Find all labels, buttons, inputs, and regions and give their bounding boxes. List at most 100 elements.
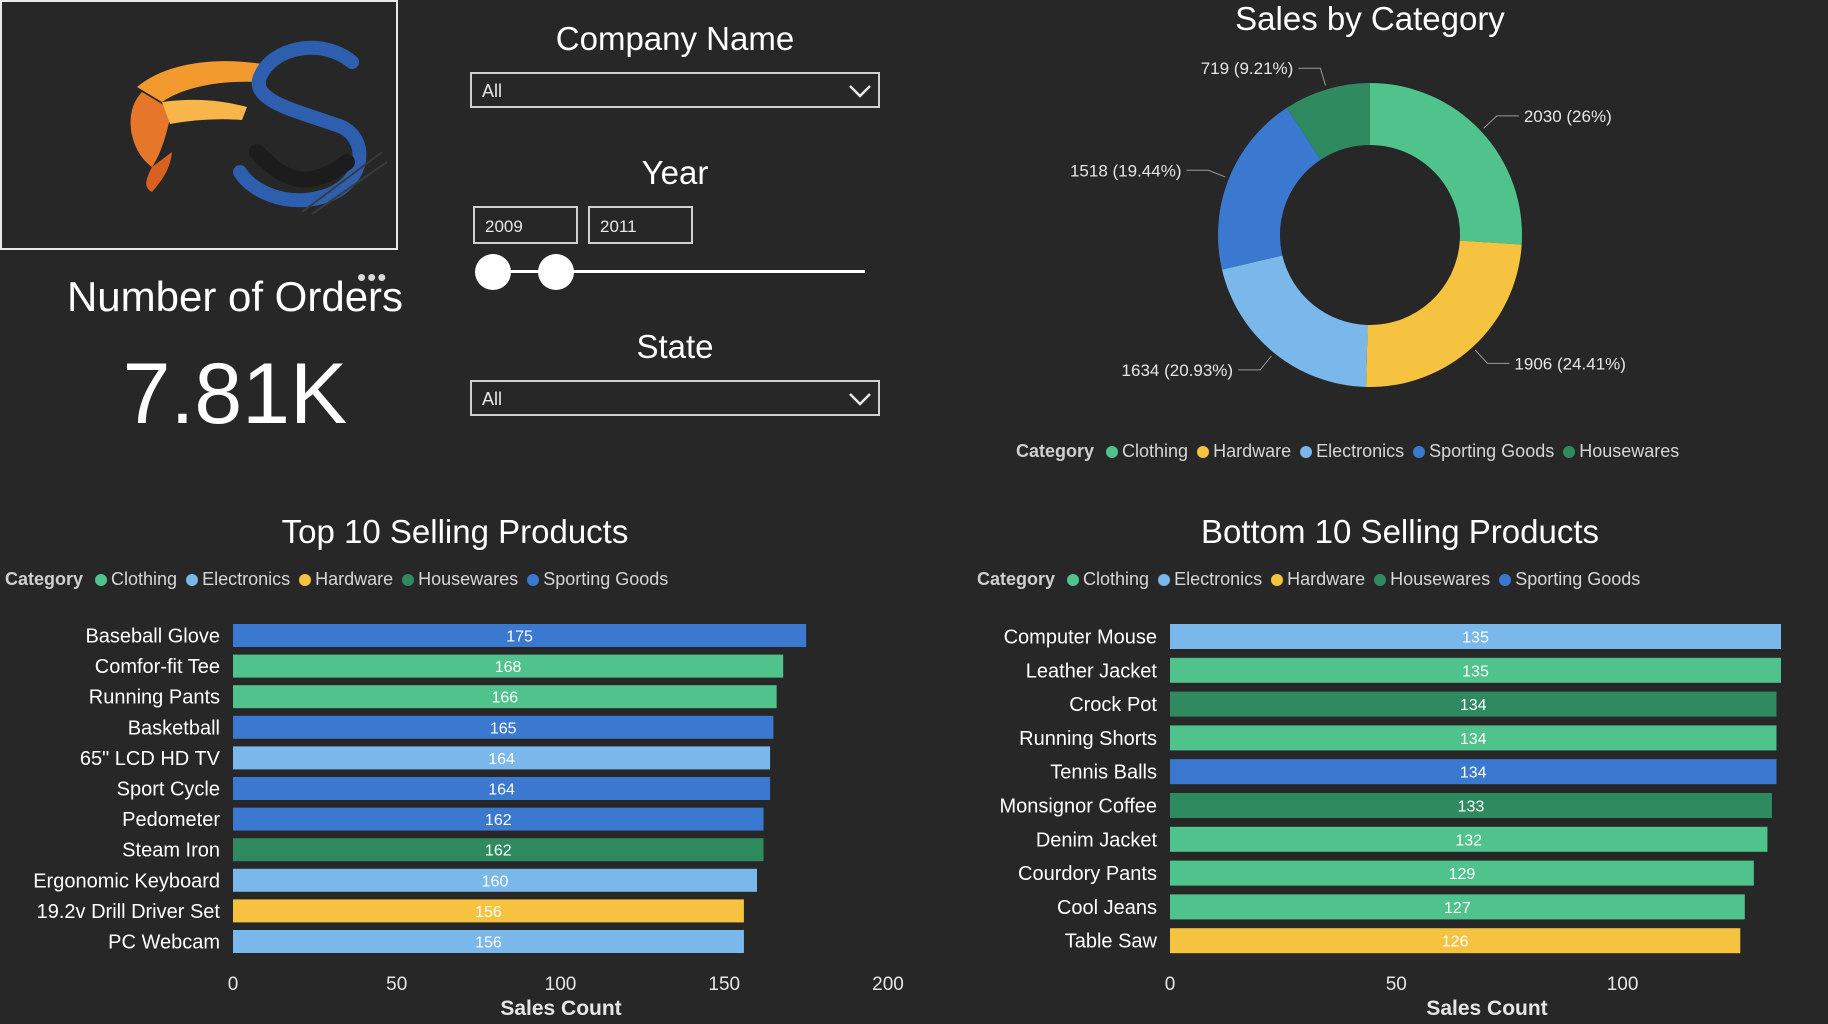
bar-category-label: Comfor-fit Tee (95, 656, 220, 678)
donut-data-label-housewares: 719 (9.21%) (1201, 59, 1294, 78)
x-tick-label: 50 (1386, 974, 1407, 995)
legend-label: Housewares (1390, 569, 1491, 589)
bottom10-legend: Category Clothing Electronics Hardware House… (977, 569, 1649, 590)
legend-label: Electronics (1174, 569, 1263, 589)
bar-category-label: PC Webcam (108, 932, 220, 954)
legend-label: Hardware (1287, 569, 1366, 589)
bar-category-label: Pedometer (122, 809, 220, 831)
donut-legend-item-sporting-goods[interactable]: Sporting Goods (1413, 441, 1554, 462)
donut-legend-item-electronics[interactable]: Electronics (1300, 441, 1404, 462)
year-to-value: 2011 (600, 217, 637, 236)
bar-category-label: Basketball (128, 717, 220, 739)
bar-category-label: Leather Jacket (1026, 660, 1158, 682)
bottom10-legend-item-clothing[interactable]: Clothing (1067, 569, 1149, 590)
x-axis-title: Sales Count (1426, 997, 1547, 1020)
donut-legend-title: Category (1016, 441, 1095, 461)
donut-data-label-hardware: 1906 (24.41%) (1514, 354, 1626, 373)
year-to-input[interactable]: 2011 (588, 206, 693, 244)
donut-chart-title: Sales by Category (1235, 0, 1505, 37)
company-slicer-title: Company Name (555, 20, 795, 57)
legend-dot-icon (527, 573, 540, 586)
bar-data-label: 135 (1462, 630, 1489, 647)
bar-category-label: Computer Mouse (1004, 627, 1157, 649)
bar-category-label: 65" LCD HD TV (80, 748, 221, 770)
bottom10-legend-item-housewares[interactable]: Housewares (1374, 569, 1490, 590)
top10-legend-item-sporting-goods[interactable]: Sporting Goods (527, 569, 668, 590)
year-from-input[interactable]: 2009 (473, 206, 578, 244)
donut-data-label-electronics: 1634 (20.93%) (1122, 361, 1234, 380)
bar-data-label: 132 (1455, 832, 1482, 849)
bar-category-label: Ergonomic Keyboard (33, 870, 220, 892)
bar-data-label: 175 (506, 629, 533, 646)
bar-category-label: Running Pants (89, 687, 220, 709)
legend-label: Sporting Goods (1515, 569, 1641, 589)
bar-data-label: 135 (1462, 663, 1489, 680)
top10-legend: Category Clothing Electronics Hardware House… (5, 569, 677, 590)
bar-data-label: 162 (485, 843, 512, 860)
state-dropdown[interactable]: All (470, 380, 880, 416)
bar-data-label: 162 (485, 812, 512, 829)
legend-dot-icon (1300, 445, 1313, 458)
legend-dot-icon (1158, 573, 1171, 586)
year-slider-handle-start[interactable] (475, 254, 511, 290)
bottom10-bar-chart: Computer Mouse 135 Leather Jacket 135 Crock … (1000, 624, 1781, 1020)
donut-legend-item-clothing[interactable]: Clothing (1106, 441, 1188, 462)
donut-slice-electronics[interactable] (1221, 255, 1368, 387)
legend-dot-icon (95, 573, 108, 586)
donut-legend-item-hardware[interactable]: Hardware (1197, 441, 1291, 462)
bar-category-label: Baseball Glove (85, 626, 220, 648)
bar-data-label: 133 (1458, 799, 1485, 816)
top10-legend-item-hardware[interactable]: Hardware (299, 569, 393, 590)
legend-label: Sporting Goods (543, 569, 669, 589)
bar-data-label: 164 (488, 751, 515, 768)
bar-category-label: Table Saw (1065, 931, 1158, 953)
legend-label: Clothing (1083, 569, 1150, 589)
bottom10-legend-item-hardware[interactable]: Hardware (1271, 569, 1365, 590)
legend-label: Sporting Goods (1429, 441, 1555, 461)
x-tick-label: 200 (872, 974, 904, 995)
legend-dot-icon (1499, 573, 1512, 586)
legend-label: Clothing (1122, 441, 1189, 461)
fs-logo-image (130, 40, 388, 215)
legend-dot-icon (1374, 573, 1387, 586)
kpi-value: 7.81K (122, 346, 348, 442)
donut-slice-clothing[interactable] (1370, 83, 1522, 245)
bar-category-label: Steam Iron (122, 840, 220, 862)
donut-legend-item-housewares[interactable]: Housewares (1563, 441, 1679, 462)
donut-leader-line (1298, 67, 1326, 86)
x-tick-label: 0 (228, 974, 239, 995)
bar-category-label: Courdory Pants (1018, 863, 1157, 885)
bottom10-legend-item-sporting-goods[interactable]: Sporting Goods (1499, 569, 1640, 590)
donut-legend: Category Clothing Hardware Electronics Sport… (1016, 441, 1688, 462)
bar-data-label: 160 (482, 873, 509, 890)
bar-data-label: 164 (488, 782, 515, 799)
legend-dot-icon (1106, 445, 1119, 458)
company-logo (0, 0, 398, 250)
bar-data-label: 134 (1460, 731, 1487, 748)
donut-slice-hardware[interactable] (1366, 240, 1522, 387)
year-slider-handle-end[interactable] (538, 254, 575, 290)
bar-data-label: 166 (491, 690, 518, 707)
chevron-down-icon (849, 85, 871, 98)
top10-legend-item-clothing[interactable]: Clothing (95, 569, 177, 590)
state-dropdown-value: All (482, 389, 503, 409)
year-slicer-title: Year (641, 154, 709, 191)
legend-label: Electronics (202, 569, 291, 589)
bar-data-label: 129 (1449, 866, 1476, 883)
top10-legend-item-electronics[interactable]: Electronics (186, 569, 290, 590)
more-options-icon[interactable]: ••• (357, 262, 387, 293)
bar-category-label: Running Shorts (1019, 728, 1157, 750)
bar-data-label: 165 (490, 720, 517, 737)
bottom10-legend-title: Category (977, 569, 1056, 589)
bar-category-label: Monsignor Coffee (1000, 796, 1158, 818)
legend-dot-icon (1067, 573, 1080, 586)
top10-legend-title: Category (5, 569, 84, 589)
legend-label: Hardware (315, 569, 394, 589)
bottom10-legend-item-electronics[interactable]: Electronics (1158, 569, 1262, 590)
donut-data-label-clothing: 2030 (26%) (1524, 107, 1612, 126)
bottom10-chart-title: Bottom 10 Selling Products (1200, 513, 1600, 550)
top10-legend-item-housewares[interactable]: Housewares (402, 569, 518, 590)
bar-category-label: Sport Cycle (117, 779, 220, 801)
company-dropdown[interactable]: All (470, 72, 880, 108)
donut-leader-line (1483, 115, 1519, 129)
